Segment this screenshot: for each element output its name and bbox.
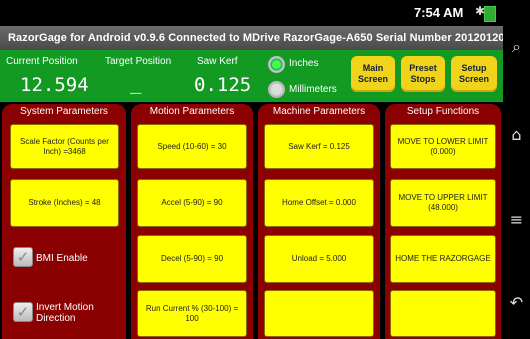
battery-icon [484, 6, 496, 22]
status-bar: 7:54 AM ✱ [0, 0, 503, 26]
search-icon[interactable]: ⌕ [503, 37, 530, 57]
status-time: 7:54 AM [414, 5, 464, 20]
current-position-value: 12.594 [20, 74, 89, 96]
accel-cell[interactable]: Accel (5-90) = 90 [137, 179, 247, 227]
main-screen-button[interactable]: Main Screen [351, 56, 395, 92]
home-offset-cell[interactable]: Home Offset = 0.000 [264, 179, 374, 227]
stroke-cell[interactable]: Stroke (Inches) = 48 [10, 179, 119, 227]
bmi-enable-label: BMI Enable [36, 253, 88, 264]
saw-kerf-label: Saw Kerf [197, 56, 238, 67]
system-parameters-title: System Parameters [20, 106, 108, 117]
preset-stops-button[interactable]: Preset Stops [401, 56, 445, 92]
current-position-label: Current Position [6, 56, 78, 67]
back-icon[interactable]: ↶ [503, 293, 530, 312]
machine-parameters-title: Machine Parameters [272, 106, 366, 117]
invert-motion-checkbox[interactable]: ✓ [13, 302, 33, 322]
motion-parameters-title: Motion Parameters [149, 106, 235, 117]
setup-functions-panel: Setup Functions MOVE TO LOWER LIMIT (0.0… [385, 104, 501, 339]
millimeters-label: Millimeters [289, 84, 337, 95]
setup-functions-title: Setup Functions [406, 106, 480, 117]
saw-kerf-value: 0.125 [194, 74, 252, 96]
machine-parameters-panel: Machine Parameters Saw Kerf = 0.125 Home… [258, 104, 380, 339]
setup-empty-cell[interactable] [390, 290, 496, 337]
menu-icon[interactable]: ≡ [503, 210, 530, 229]
millimeters-radio[interactable] [268, 81, 285, 98]
home-razorgage-button[interactable]: HOME THE RAZORGAGE [390, 235, 496, 283]
inches-label: Inches [289, 58, 319, 69]
saw-kerf-cell[interactable]: Saw Kerf = 0.125 [264, 124, 374, 169]
home-icon[interactable]: ⌂ [503, 125, 530, 144]
move-lower-limit-button[interactable]: MOVE TO LOWER LIMIT (0.000) [390, 124, 496, 169]
system-nav-bar: ⌕ ⌂ ≡ ↶ [503, 0, 530, 339]
machine-empty-cell[interactable] [264, 290, 374, 337]
speed-cell[interactable]: Speed (10-60) = 30 [137, 124, 247, 169]
motion-parameters-panel: Motion Parameters Speed (10-60) = 30 Acc… [131, 104, 253, 339]
target-position-value[interactable]: _ [130, 72, 141, 94]
invert-motion-label: Invert Motion Direction [36, 302, 94, 324]
run-current-cell[interactable]: Run Current % (30-100) = 100 [137, 290, 247, 337]
bmi-enable-checkbox[interactable]: ✓ [13, 247, 33, 267]
setup-screen-button[interactable]: Setup Screen [451, 56, 497, 92]
scale-factor-cell[interactable]: Scale Factor (Counts per Inch) =3468 [10, 124, 119, 169]
app-title-bar: RazorGage for Android v0.9.6 Connected t… [0, 26, 505, 50]
target-position-label: Target Position [105, 56, 172, 67]
decel-cell[interactable]: Decel (5-90) = 90 [137, 235, 247, 283]
unload-cell[interactable]: Unload = 5.000 [264, 235, 374, 283]
move-upper-limit-button[interactable]: MOVE TO UPPER LIMIT (48.000) [390, 179, 496, 227]
inches-radio[interactable] [268, 56, 285, 73]
system-parameters-panel: System Parameters Scale Factor (Counts p… [2, 104, 126, 339]
